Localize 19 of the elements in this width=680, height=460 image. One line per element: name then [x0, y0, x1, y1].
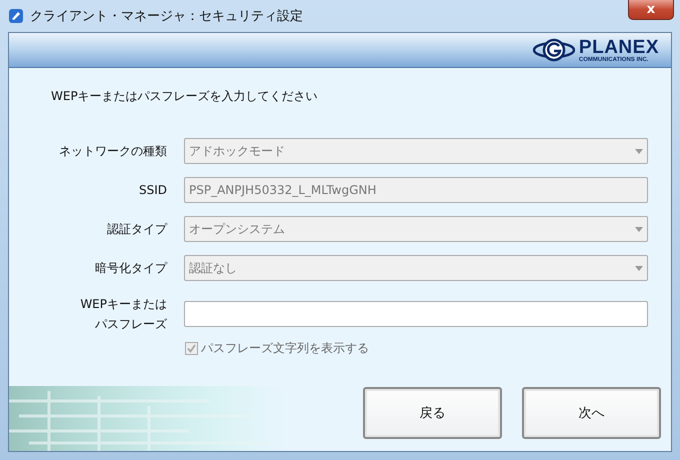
logo-name: PLANEX — [578, 38, 659, 56]
dialog-button[interactable]: 次へ — [522, 387, 661, 439]
instruction-text: WEPキーまたはパスフレーズを入力してください — [51, 88, 319, 105]
dialog-button[interactable]: 戻る — [363, 387, 502, 439]
field-label: 認証タイプ — [106, 221, 167, 238]
field-label: WEPキーまたは — [79, 296, 167, 313]
checkbox-label: パスフレーズ文字列を表示する — [201, 340, 369, 357]
caret-icon — [635, 148, 643, 154]
close-button[interactable]: x — [628, 0, 674, 20]
app-icon — [8, 8, 24, 24]
field-label: 暗号化タイプ — [94, 260, 167, 277]
field-label: SSID — [138, 182, 167, 199]
field-label: ネットワークの種類 — [58, 143, 167, 160]
window-title: クライアント・マネージャ：セキュリティ設定 — [30, 8, 304, 25]
field-label: パスフレーズ — [94, 316, 167, 333]
globe-logo-icon — [532, 37, 575, 63]
input-field[interactable] — [184, 301, 648, 327]
caret-icon — [635, 226, 643, 232]
caret-icon — [635, 266, 643, 270]
